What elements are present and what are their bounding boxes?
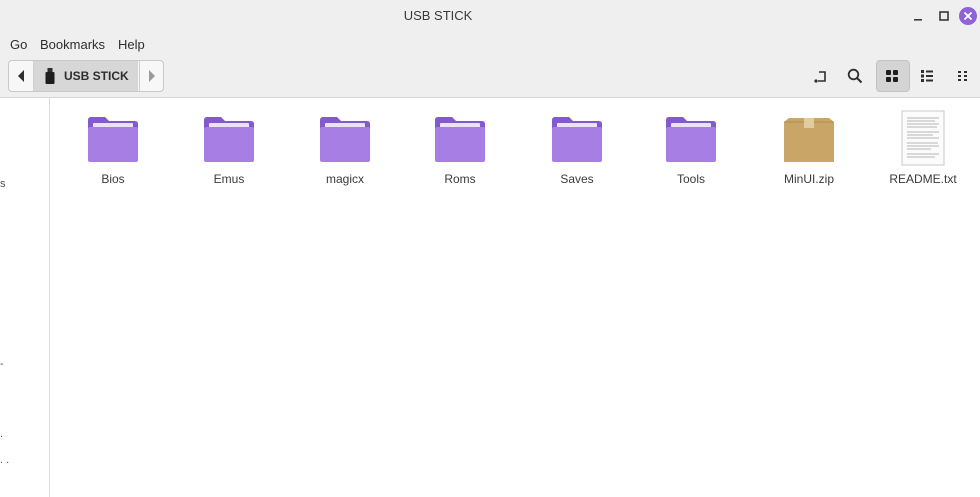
maximize-icon <box>939 11 949 21</box>
window-title: USB STICK <box>403 8 473 23</box>
compact-view-button[interactable] <box>948 61 978 91</box>
folder-icon <box>88 117 138 162</box>
file-name: README.txt <box>889 172 957 186</box>
title-bar: USB STICK <box>0 0 980 32</box>
file-name: Bios <box>101 172 125 186</box>
file-name: Tools <box>676 172 705 186</box>
file-name: MinUI.zip <box>783 172 834 186</box>
chevron-left-icon <box>18 70 24 82</box>
search-button[interactable] <box>840 61 870 91</box>
folder-icon <box>320 117 370 162</box>
path-back-button[interactable] <box>9 61 34 91</box>
path-bar: USB STICK <box>8 60 164 92</box>
file-item[interactable]: Saves <box>527 110 627 190</box>
menu-go[interactable]: Go <box>10 37 27 52</box>
file-name: magicx <box>325 172 364 186</box>
list-view-icon <box>921 70 933 82</box>
menu-help[interactable]: Help <box>118 37 145 52</box>
folder-icon <box>204 117 254 162</box>
file-name: Emus <box>213 172 245 186</box>
file-name: Saves <box>560 172 594 186</box>
sidebar-fragment: . . <box>0 454 10 466</box>
file-item[interactable]: Tools <box>641 110 741 190</box>
breadcrumb-usb-stick[interactable]: USB STICK <box>34 61 138 91</box>
sidebar-fragment: . <box>0 428 4 440</box>
open-location-icon <box>814 71 826 83</box>
open-location-button[interactable] <box>806 61 836 91</box>
folder-icon <box>666 117 716 162</box>
file-item[interactable]: Roms <box>410 110 510 190</box>
file-item[interactable]: Emus <box>179 110 279 190</box>
grid-view-button[interactable] <box>876 60 910 92</box>
search-icon <box>847 68 863 84</box>
menu-bookmarks[interactable]: Bookmarks <box>40 37 105 52</box>
chevron-right-icon <box>149 70 155 82</box>
grid-view-icon <box>886 70 898 82</box>
toolbar: USB STICK <box>0 56 980 98</box>
list-view-button[interactable] <box>912 61 942 91</box>
folder-icon <box>552 117 602 162</box>
file-name: Roms <box>444 172 476 186</box>
usb-drive-icon <box>45 68 55 84</box>
minimize-icon <box>914 19 922 21</box>
file-item[interactable]: README.txt <box>873 110 973 190</box>
file-item[interactable]: Bios <box>63 110 163 190</box>
text-file-icon <box>901 110 945 166</box>
menu-bar: Go Bookmarks Help <box>0 32 980 56</box>
close-icon <box>959 7 977 25</box>
minimize-button[interactable] <box>908 6 928 26</box>
sidebar-fragment: - <box>0 358 4 370</box>
file-item[interactable]: magicx <box>295 110 395 190</box>
sidebar[interactable]: s - . . . <box>0 98 50 497</box>
compact-view-icon <box>958 71 967 81</box>
sidebar-fragment: s <box>0 178 6 190</box>
breadcrumb-label: USB STICK <box>64 69 129 83</box>
folder-icon <box>435 117 485 162</box>
file-item[interactable]: MinUI.zip <box>759 110 859 190</box>
maximize-button[interactable] <box>934 6 954 26</box>
close-button[interactable] <box>958 6 978 26</box>
file-view[interactable]: Bios Emus magicx Roms Saves Tools MinUI.… <box>50 98 980 497</box>
archive-icon <box>784 118 834 162</box>
path-forward-button[interactable] <box>139 61 163 91</box>
